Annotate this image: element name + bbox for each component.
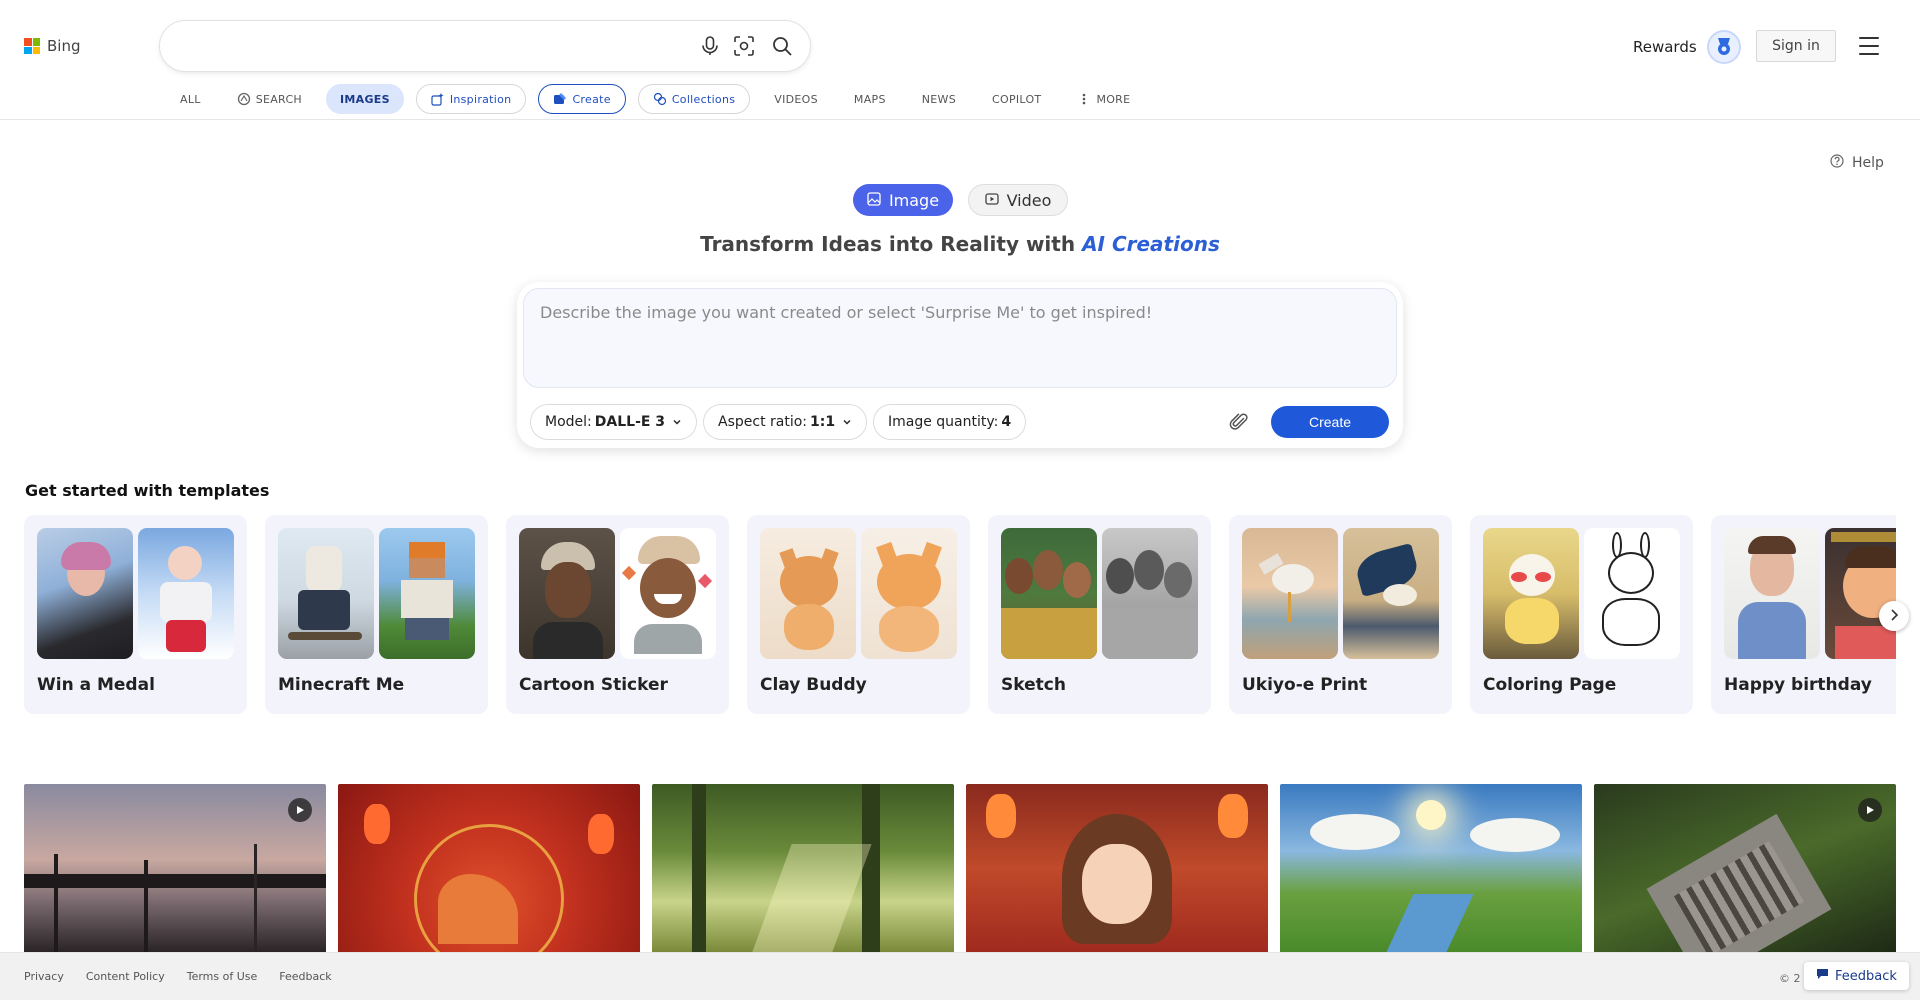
aspect-ratio-selector[interactable]: Aspect ratio: 1:1 [703,404,868,440]
template-card-sketch[interactable]: Sketch [988,515,1211,714]
prompt-card: Model:DALL-E 3 Aspect ratio:1:1 Image qu… [517,282,1403,448]
template-after-image [1825,528,1896,659]
template-after-image [1102,528,1198,659]
templates-carousel: Win a Medal Minecraft Me Cartoon Sticker… [24,515,1896,715]
video-icon [984,191,999,210]
bing-logo[interactable]: Bing [24,37,81,55]
gallery-item-garden-bench[interactable] [1594,784,1896,952]
template-before-image [519,528,615,659]
tab-images[interactable]: IMAGES [326,84,404,114]
gallery-item-river-valley[interactable] [1280,784,1582,952]
brand-name: Bing [47,37,81,55]
help-link[interactable]: Help [1830,154,1884,172]
template-after-image [1343,528,1439,659]
template-after-image [379,528,475,659]
vertical-dots-icon [1077,92,1091,106]
chevron-right-icon [1889,607,1899,626]
rewards-button[interactable]: Rewards [1633,30,1741,64]
tab-maps[interactable]: MAPS [842,84,898,114]
template-after-image [620,528,716,659]
template-after-image [1584,528,1680,659]
page-headline: Transform Ideas into Reality with AI Cre… [700,232,1220,256]
play-icon [288,798,312,822]
template-after-image [861,528,957,659]
image-quantity-selector[interactable]: Image quantity: 4 [873,404,1027,440]
template-before-image [1242,528,1338,659]
create-button[interactable]: Create [1271,406,1389,438]
model-selector[interactable]: Model: DALL-E 3 [530,404,698,440]
vertical-tabs: ALL SEARCH IMAGES Inspiration Create Col… [168,84,1142,114]
template-before-image [278,528,374,659]
template-card-ukiyo-e-print[interactable]: Ukiyo-e Print [1229,515,1452,714]
image-icon [867,191,881,210]
template-card-minecraft-me[interactable]: Minecraft Me [265,515,488,714]
copilot-search-icon [237,92,251,106]
carousel-next-button[interactable] [1879,601,1909,631]
tab-collections[interactable]: Collections [637,84,751,114]
tab-more[interactable]: MORE [1065,84,1142,114]
microsoft-logo-icon [24,38,40,54]
video-mode-button[interactable]: Video [968,184,1068,216]
tab-news[interactable]: NEWS [910,84,968,114]
chevron-down-icon [672,417,682,427]
footer: Privacy Content Policy Terms of Use Feed… [0,952,1920,1000]
camera-scan-icon[interactable] [732,34,756,58]
image-mode-button[interactable]: Image [853,184,953,216]
tab-all[interactable]: ALL [168,84,213,114]
copyright-text: © 2 [1779,972,1801,985]
template-before-image [1724,528,1820,659]
template-card-clay-buddy[interactable]: Clay Buddy [747,515,970,714]
prompt-input[interactable] [540,303,1380,373]
template-card-win-a-medal[interactable]: Win a Medal [24,515,247,714]
footer-link-feedback[interactable]: Feedback [279,970,331,983]
play-icon [1858,798,1882,822]
template-before-image [1001,528,1097,659]
header: Bing Rewards Sign in ALL SEARCH IMAGES I [0,0,1920,120]
footer-link-terms[interactable]: Terms of Use [187,970,258,983]
collections-icon [653,92,667,106]
create-brush-icon [553,92,567,106]
footer-links: Privacy Content Policy Terms of Use Feed… [24,970,332,983]
feedback-button[interactable]: Feedback [1804,962,1909,990]
tab-videos[interactable]: VIDEOS [762,84,830,114]
template-card-coloring-page[interactable]: Coloring Page [1470,515,1693,714]
rewards-medal-icon [1706,30,1741,64]
gallery-item-anime-girl[interactable] [966,784,1268,952]
microphone-icon[interactable] [698,34,722,58]
templates-heading: Get started with templates [25,481,270,500]
template-card-happy-birthday[interactable]: Happy birthday [1711,515,1896,714]
sign-in-button[interactable]: Sign in [1756,30,1836,62]
template-after-image [138,528,234,659]
gallery-item-forest-light[interactable] [652,784,954,952]
search-icon[interactable] [770,34,794,58]
inspiration-icon [431,92,445,106]
template-before-image [37,528,133,659]
template-before-image [1483,528,1579,659]
prompt-area [523,288,1397,388]
gallery-item-fire-horse[interactable] [338,784,640,952]
tab-inspiration[interactable]: Inspiration [415,84,527,114]
search-input[interactable] [180,33,680,59]
chevron-down-icon [842,417,852,427]
tab-create[interactable]: Create [538,84,626,114]
footer-link-privacy[interactable]: Privacy [24,970,64,983]
template-before-image [760,528,856,659]
tab-copilot[interactable]: COPILOT [980,84,1053,114]
template-card-cartoon-sticker[interactable]: Cartoon Sticker [506,515,729,714]
rewards-label: Rewards [1633,38,1697,56]
tab-search[interactable]: SEARCH [225,84,314,114]
chat-bubble-icon [1816,968,1829,984]
paperclip-icon[interactable] [1227,410,1251,434]
hamburger-menu-icon[interactable] [1859,37,1879,55]
gallery-item-sunset-pier[interactable] [24,784,326,952]
help-circle-icon [1830,154,1844,172]
footer-link-content-policy[interactable]: Content Policy [86,970,165,983]
search-box [160,21,810,71]
